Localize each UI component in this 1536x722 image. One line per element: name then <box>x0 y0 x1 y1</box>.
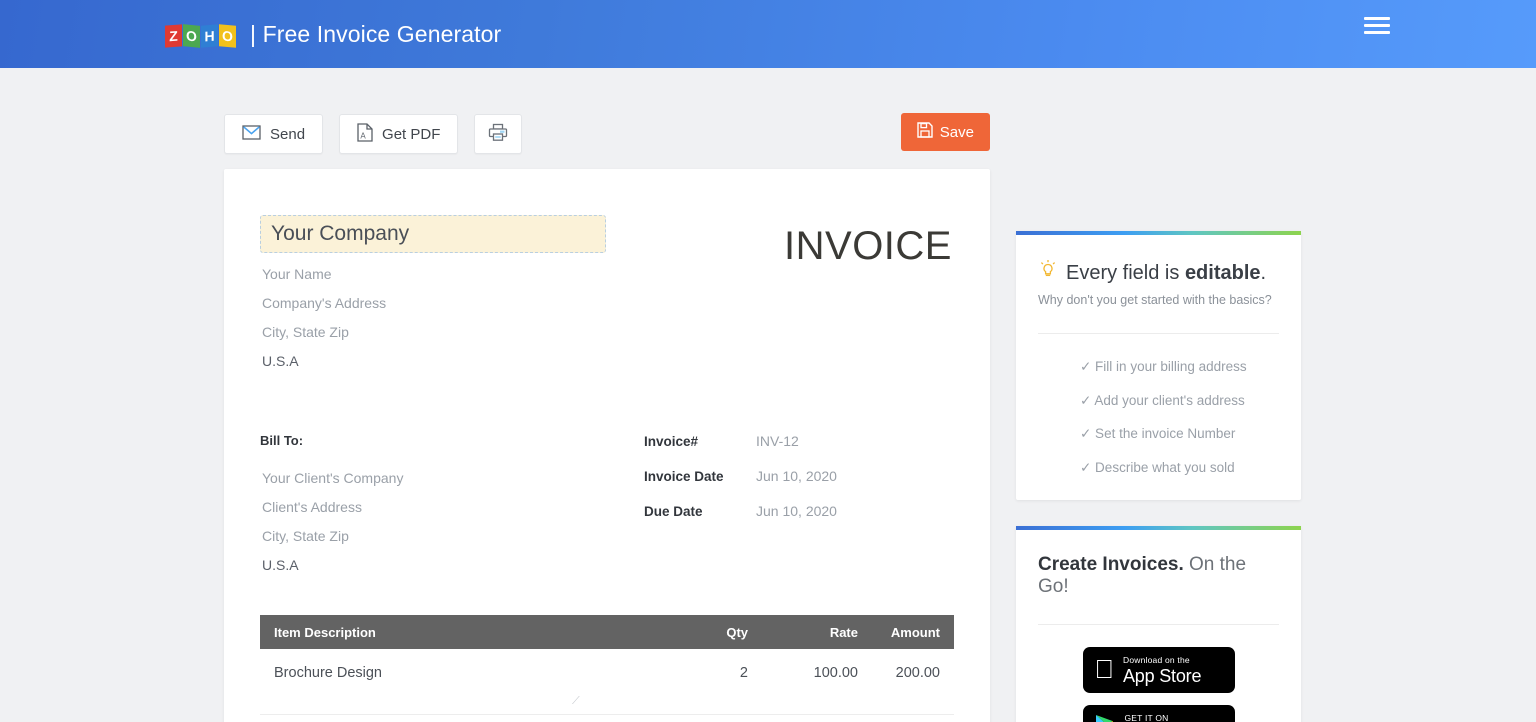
item-rate[interactable]: 100.00 <box>748 665 858 681</box>
google-play-badge[interactable]: GET IT ON Google Play <box>1082 705 1235 722</box>
detail-row-due-date: Due Date Jun 10, 2020 <box>644 503 954 519</box>
client-line-2[interactable]: City, State Zip <box>260 528 644 544</box>
invoice-number-label: Invoice# <box>644 434 699 449</box>
app-header: Z O H O | Free Invoice Generator <box>0 0 1536 68</box>
tips-subtitle: Why don't you get started with the basic… <box>1038 293 1272 307</box>
logo-letter-o2: O <box>219 24 236 48</box>
item-amount: 200.00 <box>895 665 940 681</box>
due-date-label: Due Date <box>644 504 703 519</box>
lightbulb-icon <box>1038 259 1058 287</box>
sender-line-2[interactable]: City, State Zip <box>260 324 606 340</box>
send-button[interactable]: Send <box>224 114 324 154</box>
hamburger-line <box>1364 23 1390 27</box>
client-line-1[interactable]: Client's Address <box>260 499 644 515</box>
invoice-date-value[interactable]: Jun 10, 2020 <box>756 468 837 484</box>
logo-letter-o1: O <box>183 24 200 48</box>
mobile-apps-card: Create Invoices. On the Go!  Download o… <box>1016 526 1301 722</box>
hamburger-line <box>1364 16 1390 20</box>
table-row[interactable]: Brochure Design 2 100.00 200.00 ⟋ <box>260 649 954 715</box>
invoice-title: INVOICE <box>784 224 952 268</box>
client-line-0[interactable]: Your Client's Company <box>260 470 644 486</box>
column-header-description: Item Description <box>274 624 376 640</box>
checklist-item-describe-sold: ✓ Describe what you sold <box>1080 459 1235 475</box>
app-store-small-text: Download on the <box>1103 655 1190 666</box>
detail-row-invoice-date: Invoice Date Jun 10, 2020 <box>644 468 954 484</box>
get-pdf-label: Get PDF <box>382 125 441 143</box>
client-line-3[interactable]: U.S.A <box>260 557 644 573</box>
logo-letter-h: H <box>201 24 218 48</box>
zoho-logo-icon: Z O H O <box>165 21 236 48</box>
google-play-small-text: GET IT ON <box>1124 713 1169 722</box>
tips-divider <box>1038 333 1279 334</box>
company-name-input[interactable] <box>260 215 606 253</box>
table-row[interactable]: Enter item name/description 1 0.00 0.00 <box>260 715 954 722</box>
apps-title-bold: Create Invoices. <box>1038 554 1184 576</box>
table-header-row: Item Description Qty Rate Amount <box>260 615 954 649</box>
column-header-qty: Qty <box>726 624 748 640</box>
invoice-meta-section: Bill To: Your Client's Company Client's … <box>260 433 954 573</box>
save-disk-icon <box>917 122 933 142</box>
app-store-big-text: App Store <box>1103 665 1201 686</box>
column-header-rate: Rate <box>829 624 858 640</box>
tips-heading-pre: Every field is <box>1066 261 1185 284</box>
google-play-icon <box>1095 714 1116 722</box>
print-button[interactable] <box>474 114 523 154</box>
invoice-header-row: Your Name Company's Address City, State … <box>260 215 954 369</box>
checklist-item-billing-address: ✓ Fill in your billing address <box>1080 359 1247 374</box>
sidebar: Every field is editable. Why don't you g… <box>1016 231 1301 722</box>
line-items-table: Item Description Qty Rate Amount Brochur… <box>260 615 954 722</box>
column-header-amount: Amount <box>890 624 940 640</box>
checklist-item-client-address: ✓ Add your client's address <box>1080 392 1245 408</box>
checklist-item-invoice-number: ✓ Set the invoice Number <box>1080 426 1236 442</box>
invoice-number-value[interactable]: INV-12 <box>756 433 799 449</box>
tips-heading-post: . <box>1260 261 1267 284</box>
tips-card: Every field is editable. Why don't you g… <box>1016 231 1301 501</box>
hamburger-line <box>1364 30 1390 34</box>
invoice-sheet: Your Name Company's Address City, State … <box>224 169 990 722</box>
apps-card-title: Create Invoices. On the Go! <box>1038 554 1279 598</box>
invoice-details-block: Invoice# INV-12 Invoice Date Jun 10, 202… <box>644 433 954 573</box>
app-store-badge[interactable]:  Download on the App Store <box>1082 647 1235 694</box>
apps-divider <box>1038 624 1279 626</box>
sender-line-3[interactable]: U.S.A <box>260 353 606 369</box>
app-title: | Free Invoice Generator <box>250 20 502 47</box>
bill-to-block: Bill To: Your Client's Company Client's … <box>260 433 644 573</box>
bill-to-label: Bill To: <box>260 433 304 448</box>
tips-heading-bold: editable <box>1184 261 1261 284</box>
envelope-icon <box>242 124 261 144</box>
pdf-document-icon: A <box>357 122 373 146</box>
sender-block: Your Name Company's Address City, State … <box>260 215 606 369</box>
save-button[interactable]: Save <box>900 113 990 151</box>
due-date-value[interactable]: Jun 10, 2020 <box>756 503 837 519</box>
item-description[interactable]: Brochure Design <box>260 665 658 681</box>
get-pdf-button[interactable]: A Get PDF <box>339 114 459 154</box>
textarea-resize-handle[interactable]: ⟋ <box>572 696 582 707</box>
printer-icon <box>488 123 508 146</box>
store-badges:  Download on the App Store <box>1038 647 1279 722</box>
apple-icon:  <box>1095 656 1115 682</box>
svg-text:A: A <box>360 131 366 140</box>
logo-letter-z: Z <box>165 24 182 48</box>
hamburger-menu-icon[interactable] <box>1364 14 1390 36</box>
save-label: Save <box>939 123 974 141</box>
item-qty[interactable]: 2 <box>658 665 748 681</box>
tips-heading: Every field is editable. <box>1038 259 1279 287</box>
send-label: Send <box>270 125 306 143</box>
sender-line-0[interactable]: Your Name <box>260 266 606 282</box>
invoice-date-label: Invoice Date <box>644 469 724 484</box>
invoice-toolbar: Send A Get PDF Save <box>224 113 990 155</box>
sender-line-1[interactable]: Company's Address <box>260 295 606 311</box>
detail-row-invoice-number: Invoice# INV-12 <box>644 433 954 449</box>
brand[interactable]: Z O H O | Free Invoice Generator <box>165 21 501 48</box>
